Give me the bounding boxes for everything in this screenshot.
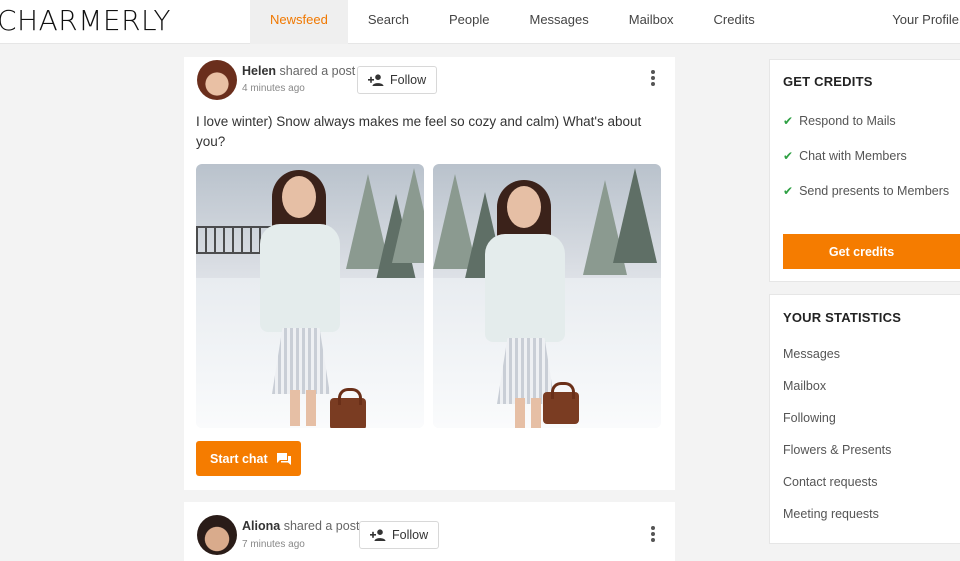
top-navbar: CHARMERLY Newsfeed Search People Message… — [0, 0, 960, 44]
post-author-name[interactable]: Helen — [242, 64, 276, 78]
get-credits-card: GET CREDITS ✔ Respond to Mails ✔ Chat wi… — [769, 59, 960, 282]
post-action: shared a post — [279, 64, 356, 78]
statistics-title: YOUR STATISTICS — [783, 310, 902, 325]
nav-people[interactable]: People — [429, 0, 509, 44]
post-time: 7 minutes ago — [242, 539, 305, 550]
more-options-icon[interactable] — [650, 70, 656, 88]
follow-label: Follow — [392, 528, 429, 542]
stat-link-contact-requests[interactable]: Contact requests — [783, 475, 878, 489]
credits-benefit-item: ✔ Respond to Mails — [783, 114, 896, 128]
add-person-icon — [370, 529, 386, 541]
stat-link-following[interactable]: Following — [783, 411, 836, 425]
post-action: shared a post — [283, 519, 360, 533]
stat-link-mailbox[interactable]: Mailbox — [783, 379, 826, 393]
stat-link-messages[interactable]: Messages — [783, 347, 840, 361]
post-card: Aliona shared a post 7 minutes ago Follo… — [184, 502, 675, 561]
checkmark-icon: ✔ — [783, 114, 794, 128]
avatar[interactable] — [197, 515, 237, 555]
post-author-name[interactable]: Aliona — [242, 519, 280, 533]
get-credits-title: GET CREDITS — [783, 74, 873, 89]
start-chat-label: Start chat — [210, 451, 268, 466]
post-author-line: Helen shared a post — [242, 64, 355, 78]
nav-messages[interactable]: Messages — [510, 0, 609, 44]
nav-mailbox[interactable]: Mailbox — [609, 0, 694, 44]
chat-icon — [276, 452, 291, 465]
more-options-icon[interactable] — [650, 526, 656, 544]
stat-link-flowers-presents[interactable]: Flowers & Presents — [783, 443, 891, 457]
credits-benefit-item: ✔ Send presents to Members — [783, 184, 950, 198]
start-chat-button[interactable]: Start chat — [196, 441, 301, 476]
nav-search[interactable]: Search — [348, 0, 429, 44]
post-photo[interactable] — [196, 164, 424, 428]
your-statistics-card: YOUR STATISTICS Messages Mailbox Followi… — [769, 294, 960, 544]
follow-button[interactable]: Follow — [357, 66, 438, 94]
brand-logo[interactable]: CHARMERLY — [0, 4, 171, 37]
post-author-line: Aliona shared a post — [242, 519, 359, 533]
checkmark-icon: ✔ — [783, 184, 794, 198]
post-card: Helen shared a post 4 minutes ago Follow… — [184, 57, 675, 490]
avatar[interactable] — [197, 60, 237, 100]
main-nav: Newsfeed Search People Messages Mailbox … — [250, 0, 775, 44]
follow-label: Follow — [390, 73, 427, 87]
post-text: I love winter) Snow always makes me feel… — [196, 114, 642, 149]
follow-button[interactable]: Follow — [359, 521, 440, 549]
checkmark-icon: ✔ — [783, 149, 794, 163]
post-time: 4 minutes ago — [242, 83, 305, 94]
nav-credits[interactable]: Credits — [694, 0, 775, 44]
get-credits-button[interactable]: Get credits — [783, 234, 960, 269]
stat-link-meeting-requests[interactable]: Meeting requests — [783, 507, 879, 521]
nav-newsfeed[interactable]: Newsfeed — [250, 0, 348, 44]
nav-your-profile[interactable]: Your Profile — [892, 0, 960, 44]
add-person-icon — [368, 74, 384, 86]
post-photo[interactable] — [433, 164, 661, 428]
credits-benefit-item: ✔ Chat with Members — [783, 149, 907, 163]
